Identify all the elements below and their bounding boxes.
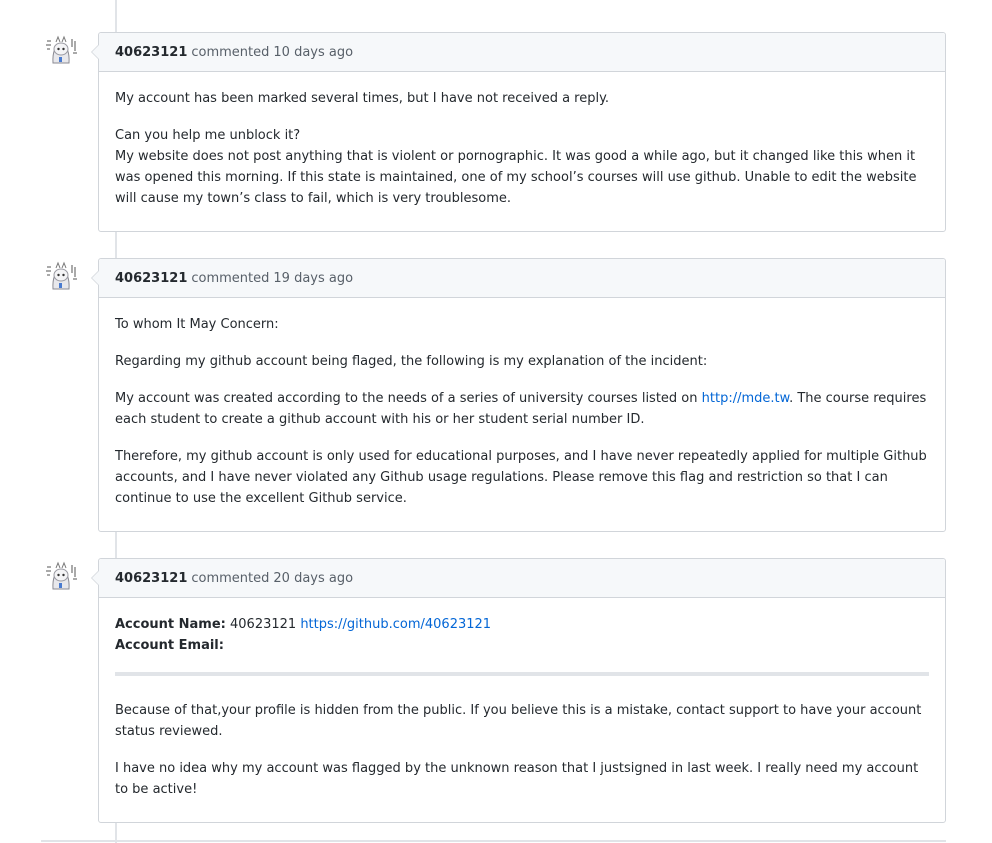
comment-verb: commented [191,270,270,286]
comment-timestamp[interactable]: 19 days ago [273,271,353,286]
avatar[interactable] [43,559,79,595]
comment-timestamp[interactable]: 10 days ago [273,45,353,60]
comment-header: 40623121 commented 19 days ago [99,259,945,298]
comment-body: Account Name: 40623121 https://github.co… [99,598,945,822]
comment-timestamp[interactable]: 20 days ago [273,571,353,586]
account-name-label: Account Name: [115,617,226,632]
comment-paragraph: Because of that,your profile is hidden f… [115,703,922,739]
comment-line: My website does not post anything that i… [115,149,917,206]
comment-text: My account was created according to the … [115,391,702,406]
horizontal-rule [115,672,929,676]
comment-header: 40623121 commented 10 days ago [99,33,945,72]
comment-body: To whom It May Concern: Regarding my git… [99,298,945,531]
profile-link[interactable]: https://github.com/40623121 [300,617,491,632]
comment-paragraph: Therefore, my github account is only use… [115,449,927,506]
comment-line: Can you help me unblock it? [115,128,301,143]
comment-box: 40623121 commented 19 days ago To whom I… [91,258,946,532]
account-email-label: Account Email: [115,638,224,653]
comment-author[interactable]: 40623121 [115,271,187,286]
account-name-value: 40623121 [225,617,301,632]
comment-paragraph: Can you help me unblock it? My website d… [115,125,929,209]
account-name-line: Account Name: 40623121 https://github.co… [115,614,929,635]
course-link[interactable]: http://mde.tw [702,391,789,406]
comment-paragraph: My account has been marked several times… [115,91,610,106]
comment-body: My account has been marked several times… [99,72,945,231]
comment-verb: commented [191,570,270,586]
avatar[interactable] [43,259,79,295]
timeline-bottom-rule [41,840,946,842]
comment-paragraph: My account was created according to the … [115,388,929,430]
comment-paragraph: Regarding my github account being flaged… [115,354,708,369]
comment-header: 40623121 commented 20 days ago [99,559,945,598]
comment-paragraph: I have no idea why my account was flagge… [115,761,919,797]
avatar[interactable] [43,33,79,69]
comment-box: 40623121 commented 10 days ago My accoun… [91,32,946,232]
comment-box: 40623121 commented 20 days ago Account N… [91,558,946,823]
comment-author[interactable]: 40623121 [115,45,187,60]
account-email-line: Account Email: [115,635,929,656]
comment-verb: commented [191,44,270,60]
comment-author[interactable]: 40623121 [115,571,187,586]
comment-paragraph: To whom It May Concern: [115,317,279,332]
